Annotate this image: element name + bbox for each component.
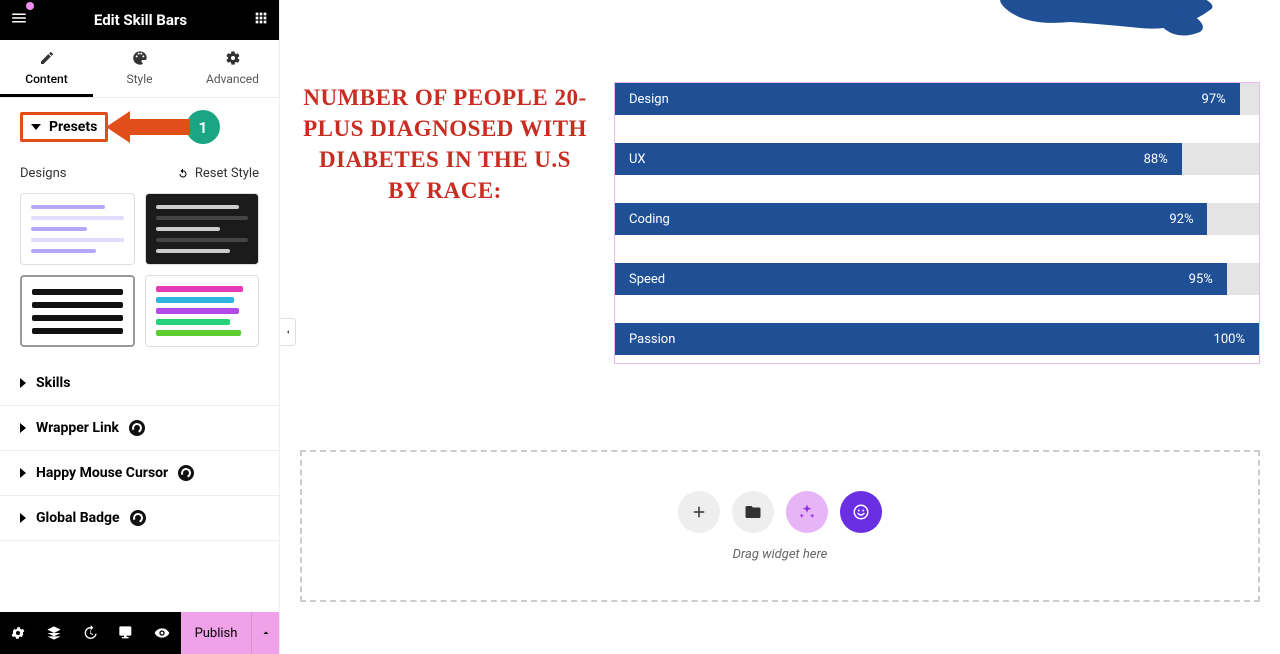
reset-style-button[interactable]: Reset Style: [177, 166, 259, 181]
skill-bar-label: UX: [629, 152, 646, 167]
skill-bars-widget[interactable]: Design 97% UX 88% Coding 92% Speed 95% Passion 10…: [614, 82, 1260, 364]
map-image: [1000, 0, 1220, 44]
skill-bar: Speed 95%: [615, 263, 1259, 295]
design-presets-grid: [20, 193, 259, 347]
add-section-button[interactable]: [678, 491, 720, 533]
presets-toggle[interactable]: Presets: [20, 112, 108, 142]
template-library-button[interactable]: [732, 491, 774, 533]
tab-advanced[interactable]: Advanced: [186, 40, 279, 97]
design-preset-3[interactable]: [20, 275, 135, 347]
menu-icon[interactable]: [10, 9, 28, 31]
section-happy-mouse[interactable]: Happy Mouse Cursor: [0, 451, 279, 496]
publish-button[interactable]: Publish: [181, 612, 251, 654]
sidebar-title: Edit Skill Bars: [28, 11, 253, 29]
skill-bar-label: Speed: [629, 272, 665, 287]
happyaddons-button[interactable]: [840, 491, 882, 533]
editor-canvas: NUMBER OF PEOPLE 20-PLUS DIAGNOSED WITH …: [280, 0, 1280, 654]
happyaddons-icon: [178, 465, 194, 481]
panel-body: Presets 1 Designs Reset Style: [0, 98, 279, 612]
undo-icon: [177, 168, 189, 180]
chart-heading: NUMBER OF PEOPLE 20-PLUS DIAGNOSED WITH …: [300, 82, 590, 206]
caret-right-icon: [20, 513, 26, 523]
ai-button[interactable]: [786, 491, 828, 533]
tab-advanced-label: Advanced: [206, 72, 259, 86]
section-skills[interactable]: Skills: [0, 361, 279, 406]
skill-bar-value: 97%: [1202, 92, 1226, 107]
dropzone-label: Drag widget here: [733, 547, 828, 562]
reset-style-label: Reset Style: [195, 166, 259, 181]
skill-bar-label: Design: [629, 92, 669, 107]
tab-content-label: Content: [25, 72, 67, 86]
section-skills-label: Skills: [36, 375, 70, 391]
skill-bar: Design 97%: [615, 83, 1259, 115]
annotation-arrow: 1: [130, 110, 220, 144]
skill-bar-label: Coding: [629, 212, 670, 227]
empty-section-dropzone[interactable]: Drag widget here: [300, 450, 1260, 602]
design-preset-4[interactable]: [145, 275, 260, 347]
bottom-toolbar: Publish: [0, 612, 279, 654]
collapse-sidebar-button[interactable]: [280, 318, 296, 346]
presets-label: Presets: [49, 119, 97, 135]
happyaddons-icon: [129, 420, 145, 436]
section-global-badge-label: Global Badge: [36, 510, 120, 526]
skill-bar: Passion 100%: [615, 323, 1259, 355]
publish-options-button[interactable]: [251, 612, 279, 654]
caret-right-icon: [20, 423, 26, 433]
skill-bar-value: 95%: [1189, 272, 1213, 287]
design-preset-2[interactable]: [145, 193, 260, 265]
skill-bar: UX 88%: [615, 143, 1259, 175]
tab-style-label: Style: [126, 72, 152, 86]
caret-down-icon: [31, 124, 41, 130]
skill-bar-label: Passion: [629, 332, 675, 347]
caret-right-icon: [20, 468, 26, 478]
design-preset-1[interactable]: [20, 193, 135, 265]
skill-bar-value: 88%: [1144, 152, 1168, 167]
settings-icon[interactable]: [0, 612, 36, 654]
designs-label: Designs: [20, 166, 66, 181]
navigator-icon[interactable]: [36, 612, 72, 654]
happyaddons-icon: [130, 510, 146, 526]
section-wrapper-link[interactable]: Wrapper Link: [0, 406, 279, 451]
notification-dot-icon: [26, 2, 34, 10]
sidebar-header: Edit Skill Bars: [0, 0, 279, 40]
skill-bar: Coding 92%: [615, 203, 1259, 235]
apps-grid-icon[interactable]: [253, 10, 269, 30]
preview-icon[interactable]: [144, 612, 180, 654]
skill-bar-value: 100%: [1214, 332, 1245, 347]
section-presets: Presets 1 Designs Reset Style: [0, 98, 279, 361]
section-global-badge[interactable]: Global Badge: [0, 496, 279, 541]
editor-tabs: Content Style Advanced: [0, 40, 279, 98]
history-icon[interactable]: [72, 612, 108, 654]
caret-right-icon: [20, 378, 26, 388]
tab-content[interactable]: Content: [0, 40, 93, 97]
section-happy-mouse-label: Happy Mouse Cursor: [36, 465, 168, 481]
skill-bar-value: 92%: [1169, 212, 1193, 227]
annotation-step-badge: 1: [186, 110, 220, 144]
editor-sidebar: Edit Skill Bars Content Style Advanced: [0, 0, 280, 654]
tab-style[interactable]: Style: [93, 40, 186, 97]
section-wrapper-link-label: Wrapper Link: [36, 420, 119, 436]
responsive-icon[interactable]: [108, 612, 144, 654]
